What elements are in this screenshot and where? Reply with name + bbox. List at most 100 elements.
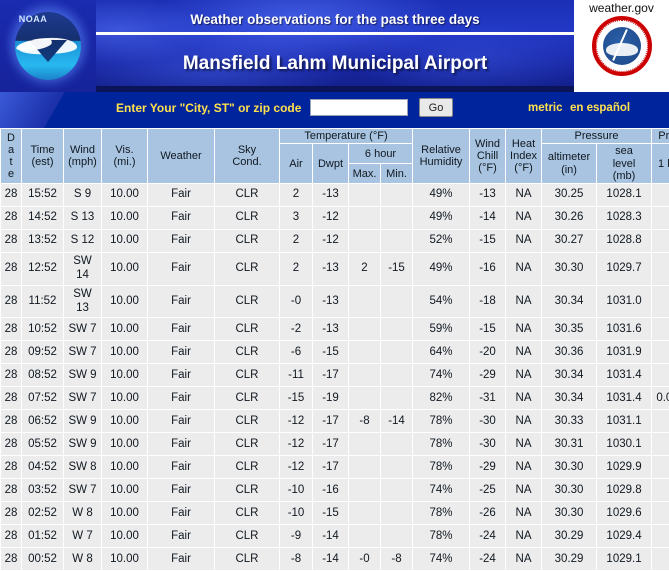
wind-label-1: Wind [69, 143, 96, 156]
cell-date: 28 [1, 364, 21, 387]
cell-sea-level: 1029.9 [597, 456, 652, 479]
title-divider [96, 32, 574, 35]
cell-wind-chill: -24 [470, 548, 506, 571]
cell-visibility: 10.00 [102, 479, 147, 502]
slp-label-3: (mb) [612, 169, 636, 182]
cell-precip-1hr [652, 548, 669, 571]
cell-sea-level: 1028.1 [597, 184, 652, 207]
cell-air-temp: -2 [280, 318, 312, 341]
cell-relative-humidity: 82% [413, 387, 470, 410]
cell-heat-index: NA [506, 230, 542, 253]
cell-relative-humidity: 78% [413, 456, 470, 479]
cell-heat-index: NA [506, 387, 542, 410]
weather-gov-label[interactable]: weather.gov [574, 0, 669, 15]
alt-label-1: altimeter [547, 151, 591, 164]
noaa-logo[interactable]: NOAA [0, 0, 96, 92]
cell-dewpoint: -15 [313, 341, 348, 364]
sky-label-2: Cond. [232, 156, 262, 169]
cell-time: 11:52 [22, 285, 63, 318]
cell-dewpoint: -13 [313, 285, 348, 318]
time-label-1: Time [30, 143, 55, 156]
espanol-link[interactable]: en español [570, 102, 630, 114]
cell-precip-1hr [652, 364, 669, 387]
cell-wind: S 12 [64, 230, 101, 253]
cell-time: 04:52 [22, 456, 63, 479]
cell-altimeter: 30.33 [542, 410, 597, 433]
cell-time: 06:52 [22, 410, 63, 433]
cell-heat-index: NA [506, 184, 542, 207]
cell-wind-chill: -31 [470, 387, 506, 410]
cell-date: 28 [1, 253, 21, 285]
cell-altimeter: 30.29 [542, 525, 597, 548]
cell-relative-humidity: 49% [413, 184, 470, 207]
cell-temp-min [381, 479, 413, 502]
cell-sky-cond: CLR [215, 525, 279, 548]
cell-sea-level: 1029.1 [597, 548, 652, 571]
cell-date: 28 [1, 433, 21, 456]
cell-temp-min [381, 318, 413, 341]
go-button[interactable]: Go [419, 98, 453, 117]
table-row: 28 13:52 S 12 10.00 Fair CLR 2 -12 52% -15 NA 30.27… [1, 230, 669, 253]
cell-wind: S 9 [64, 184, 101, 207]
vis-label-1: Vis. [115, 143, 134, 156]
cell-heat-index: NA [506, 207, 542, 230]
cell-altimeter: 30.25 [542, 184, 597, 207]
cell-sky-cond: CLR [215, 433, 279, 456]
cell-dewpoint: -19 [313, 387, 348, 410]
col-header-sky-cond: Sky Cond. [215, 129, 279, 184]
metric-link[interactable]: metric [528, 102, 563, 114]
table-body: 28 15:52 S 9 10.00 Fair CLR 2 -13 49% -13 NA 30.25 1… [1, 184, 669, 571]
cell-air-temp: -12 [280, 456, 312, 479]
cell-relative-humidity: 78% [413, 525, 470, 548]
table-row: 28 07:52 SW 7 10.00 Fair CLR -15 -19 82% -31 NA 30.… [1, 387, 669, 410]
cell-sea-level: 1031.4 [597, 387, 652, 410]
nws-seal-emblem [603, 27, 641, 65]
cell-precip-1hr [652, 433, 669, 456]
cell-relative-humidity: 54% [413, 285, 470, 318]
cell-dewpoint: -13 [313, 253, 348, 285]
cell-relative-humidity: 78% [413, 433, 470, 456]
col-header-visibility: Vis. (mi.) [102, 129, 147, 184]
cell-temp-min [381, 456, 413, 479]
hi-label-3: (°F) [514, 162, 533, 175]
cell-relative-humidity: 78% [413, 410, 470, 433]
page-header-banner: NOAA Weather observations for the past t… [0, 0, 669, 92]
cell-precip-1hr [652, 318, 669, 341]
cell-time: 03:52 [22, 479, 63, 502]
cell-visibility: 10.00 [102, 253, 147, 285]
cell-heat-index: NA [506, 433, 542, 456]
header-row-1: D a t e Time (est) Wind (mph) Vis. (mi.)… [1, 129, 669, 184]
cell-visibility: 10.00 [102, 285, 147, 318]
cell-altimeter: 30.34 [542, 387, 597, 410]
cell-temp-max [349, 364, 380, 387]
wc-label-2: Chill [476, 149, 499, 162]
cell-wind-chill: -24 [470, 525, 506, 548]
cell-sea-level: 1031.6 [597, 318, 652, 341]
cell-visibility: 10.00 [102, 525, 147, 548]
cell-weather: Fair [148, 479, 214, 502]
cell-air-temp: 2 [280, 253, 312, 285]
cell-weather: Fair [148, 341, 214, 364]
cell-date: 28 [1, 341, 21, 364]
cell-temp-min [381, 433, 413, 456]
cell-wind: SW 9 [64, 364, 101, 387]
cell-sky-cond: CLR [215, 548, 279, 571]
cell-wind: W 8 [64, 502, 101, 525]
cell-time: 10:52 [22, 318, 63, 341]
cell-air-temp: -11 [280, 364, 312, 387]
cell-weather: Fair [148, 285, 214, 318]
cell-sky-cond: CLR [215, 456, 279, 479]
col-header-temp-max: Max. [349, 164, 380, 184]
cell-precip-1hr [652, 479, 669, 502]
search-input[interactable] [310, 99, 408, 116]
cell-dewpoint: -17 [313, 456, 348, 479]
cell-date: 28 [1, 479, 21, 502]
cell-precip-1hr [652, 184, 669, 207]
cell-precip-1hr [652, 285, 669, 318]
cell-altimeter: 30.31 [542, 433, 597, 456]
cell-temp-max [349, 387, 380, 410]
nws-seal-icon[interactable] [592, 16, 652, 76]
cell-wind-chill: -29 [470, 364, 506, 387]
cell-date: 28 [1, 525, 21, 548]
cell-air-temp: -10 [280, 502, 312, 525]
